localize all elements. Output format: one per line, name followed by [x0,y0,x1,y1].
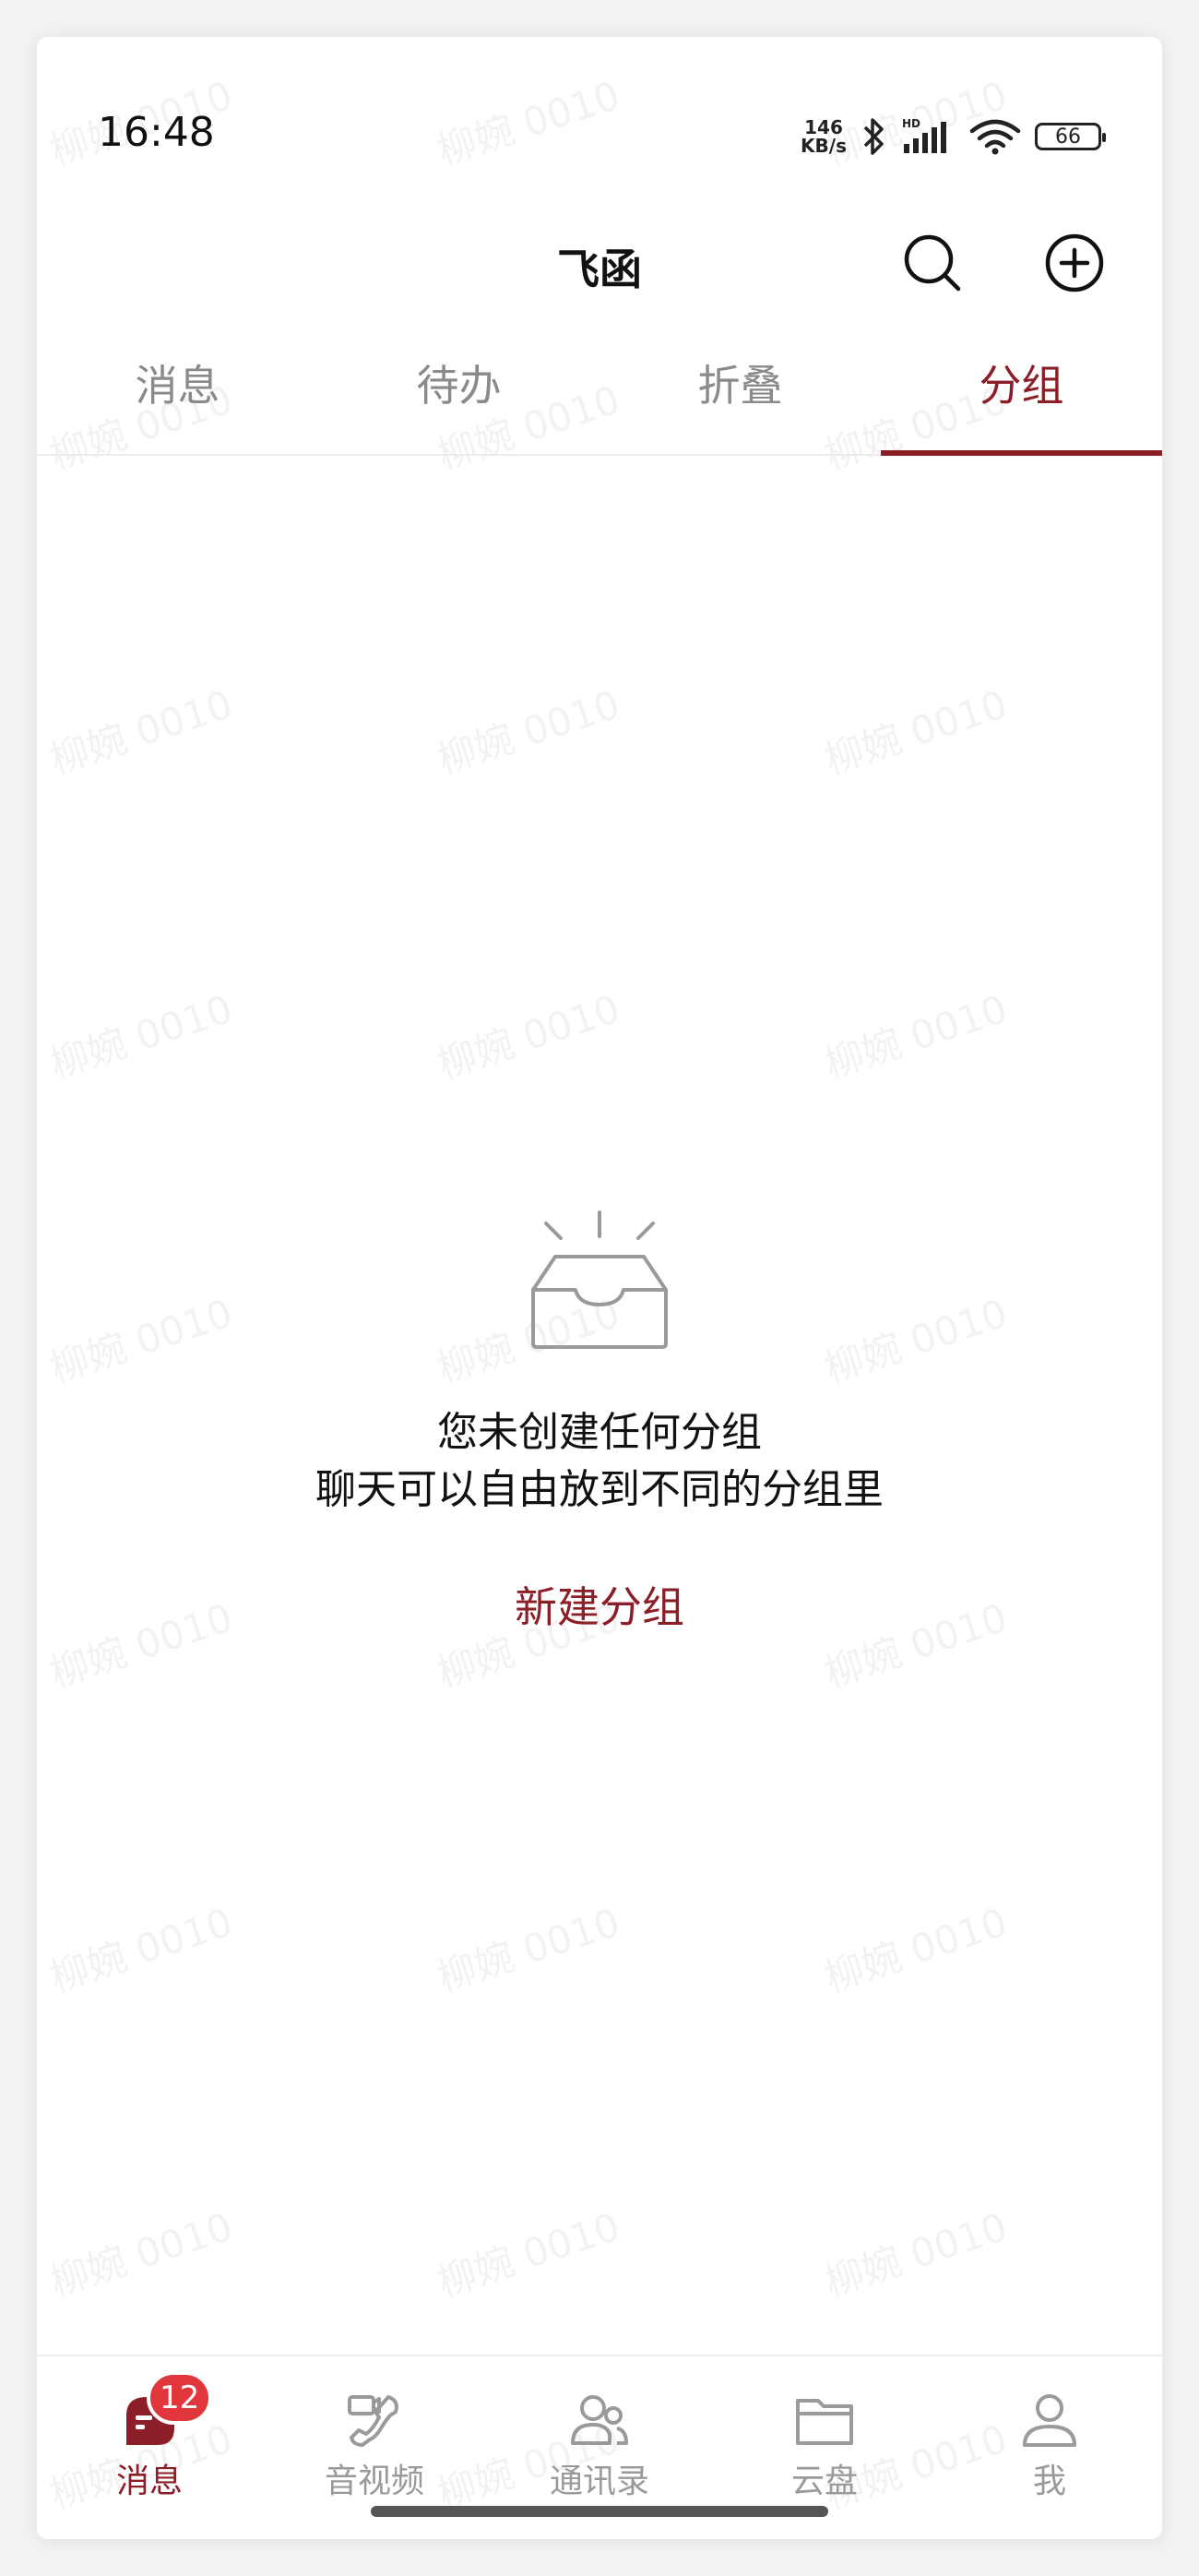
contacts-icon [571,2395,628,2445]
nav-me[interactable]: 我 [937,2356,1162,2539]
nav-label: 我 [1032,2463,1066,2500]
bluetooth-icon [863,118,884,155]
folder-icon [796,2399,853,2445]
tab-bar: 消息 待办 折叠 分组 [37,341,1162,456]
search-icon [904,234,961,292]
nav-label: 云盘 [790,2463,858,2500]
nav-label: 消息 [115,2463,183,2500]
tab-messages[interactable]: 消息 [37,341,318,454]
empty-state: 您未创建任何分组 聊天可以自由放到不同的分组里 新建分组 [37,1209,1162,1635]
app-screen: 柳婉 0010 柳婉 0010 柳婉 0010 柳婉 0010 柳婉 0010 … [37,37,1162,2539]
status-icons: 146 KB/s HD 66 [801,116,1106,157]
home-indicator[interactable] [371,2506,828,2517]
tab-label: 消息 [135,361,220,411]
cellular-signal-icon: HD [902,117,946,153]
watermark: 柳婉 0010 [44,2203,238,2306]
empty-state-title: 您未创建任何分组 [437,1409,762,1456]
watermark: 柳婉 0010 [44,1899,238,2001]
watermark: 柳婉 0010 [819,985,1013,1088]
watermark: 柳婉 0010 [819,2203,1013,2306]
watermark: 柳婉 0010 [44,681,238,783]
watermark: 柳婉 0010 [432,2203,625,2306]
empty-inbox-icon [531,1210,668,1349]
plus-circle-icon [1045,233,1104,292]
network-speed-value: 146 [804,116,843,138]
svg-text:HD: HD [902,117,920,130]
watermark: 柳婉 0010 [819,1899,1013,2001]
unread-badge: 12 [147,2371,213,2425]
active-tab-underline [881,450,1162,456]
watermark: 柳婉 0010 [432,985,625,1088]
nav-label: 音视频 [324,2463,424,2500]
nav-messages[interactable]: 12 消息 [37,2356,262,2539]
nav-label: 通讯录 [549,2463,649,2500]
watermark: 柳婉 0010 [44,985,238,1088]
tab-label: 折叠 [697,361,783,411]
person-icon [1023,2394,1076,2447]
wifi-icon [969,119,1021,155]
phone-video-icon [348,2395,398,2447]
page-title: 飞函 [557,244,642,294]
network-speed-unit: KB/s [801,135,847,157]
watermark: 柳婉 0010 [819,681,1013,783]
tab-todo[interactable]: 待办 [318,341,600,454]
watermark: 柳婉 0010 [432,681,625,783]
empty-state-subtitle: 聊天可以自由放到不同的分组里 [315,1466,884,1513]
network-speed: 146 KB/s [801,118,847,155]
new-group-link[interactable]: 新建分组 [515,1574,684,1635]
search-button[interactable] [898,229,967,297]
tab-label: 待办 [416,361,502,411]
watermark: 柳婉 0010 [432,1899,625,2001]
tab-label: 分组 [979,361,1064,411]
status-bar: 16:48 146 KB/s HD 66 [37,37,1162,166]
add-button[interactable] [1040,229,1109,297]
battery-indicator: 66 [1035,123,1106,150]
tab-folded[interactable]: 折叠 [600,341,881,454]
status-time: 16:48 [98,109,215,156]
tab-groups[interactable]: 分组 [881,341,1162,456]
header: 飞函 [37,212,1162,314]
